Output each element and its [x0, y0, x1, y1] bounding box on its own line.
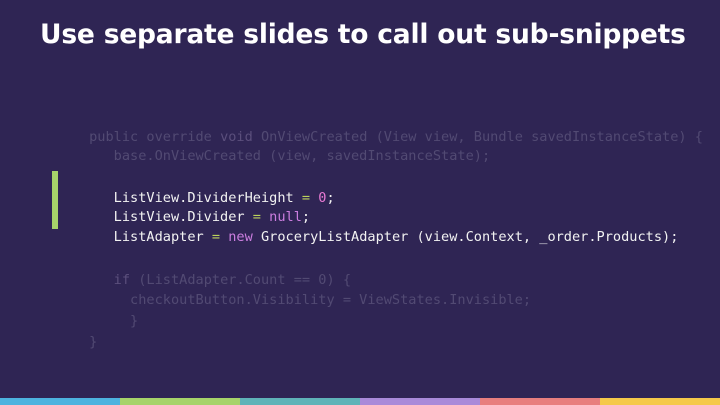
code-line-context: if (ListAdapter.Count == 0) {: [40, 253, 351, 288]
strip-segment: [240, 398, 360, 405]
strip-segment: [0, 398, 120, 405]
highlight-bar: [52, 171, 58, 229]
code-token: base.OnViewCreated (view, savedInstanceS…: [89, 148, 491, 164]
code-token: GroceryListAdapter (view.Context, _order…: [252, 229, 679, 245]
code-line-context: checkoutButton.Visibility = ViewStates.I…: [40, 273, 531, 308]
code-line-highlighted: ListView.Divider = null;: [40, 190, 310, 225]
code-line-context: }: [40, 294, 138, 329]
slide-title: Use separate slides to call out sub-snip…: [40, 19, 686, 50]
slide: Use separate slides to call out sub-snip…: [0, 0, 720, 405]
code-token: ListAdapter: [89, 229, 212, 245]
code-line-context: public override void OnViewCreated (View…: [40, 110, 703, 145]
strip-segment: [480, 398, 600, 405]
code-token: checkoutButton.Visibility = ViewStates.I…: [89, 292, 532, 308]
code-token-keyword: new: [228, 229, 253, 245]
strip-segment: [120, 398, 240, 405]
strip-segment: [360, 398, 480, 405]
code-line-highlighted: ListView.DividerHeight = 0;: [40, 171, 335, 206]
code-token: ;: [326, 190, 335, 206]
code-token-operator: =: [211, 229, 221, 245]
code-line-context: }: [40, 315, 97, 350]
code-token: }: [89, 334, 98, 350]
code-line-highlighted: ListAdapter = new GroceryListAdapter (vi…: [40, 210, 679, 245]
footer-color-strip: [0, 398, 720, 405]
strip-segment: [600, 398, 720, 405]
code-line-context: base.OnViewCreated (view, savedInstanceS…: [40, 129, 490, 164]
